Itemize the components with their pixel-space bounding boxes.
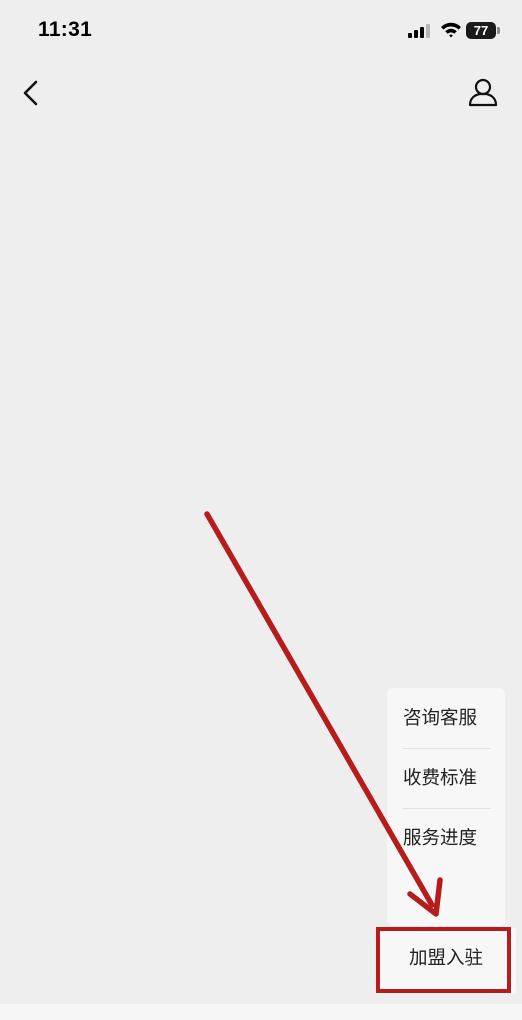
chevron-left-icon — [23, 80, 38, 106]
menu-item-pricing[interactable]: 收费标准 — [403, 750, 489, 808]
user-icon — [468, 78, 498, 107]
menu-divider — [403, 808, 491, 809]
battery-icon: 77 — [466, 22, 496, 39]
battery-cap — [497, 27, 500, 34]
menu-item-service-progress[interactable]: 服务进度 — [403, 810, 489, 868]
join-tab-button[interactable]: 加盟入驻 — [376, 928, 516, 994]
status-time: 11:31 — [38, 18, 93, 41]
service-menu: 咨询客服 收费标准 服务进度 — [387, 688, 505, 926]
wifi-icon — [441, 22, 461, 38]
screen: 11:31 77 咨询客服 收费标准 服务进度 加盟入驻 — [0, 0, 522, 1020]
menu-divider — [403, 748, 491, 749]
profile-button[interactable] — [464, 74, 502, 112]
back-button[interactable] — [14, 74, 50, 112]
bottom-strip — [0, 1004, 522, 1020]
menu-item-consult-service[interactable]: 咨询客服 — [403, 690, 489, 748]
status-bar: 11:31 77 — [0, 0, 522, 62]
signal-icon — [408, 24, 430, 38]
